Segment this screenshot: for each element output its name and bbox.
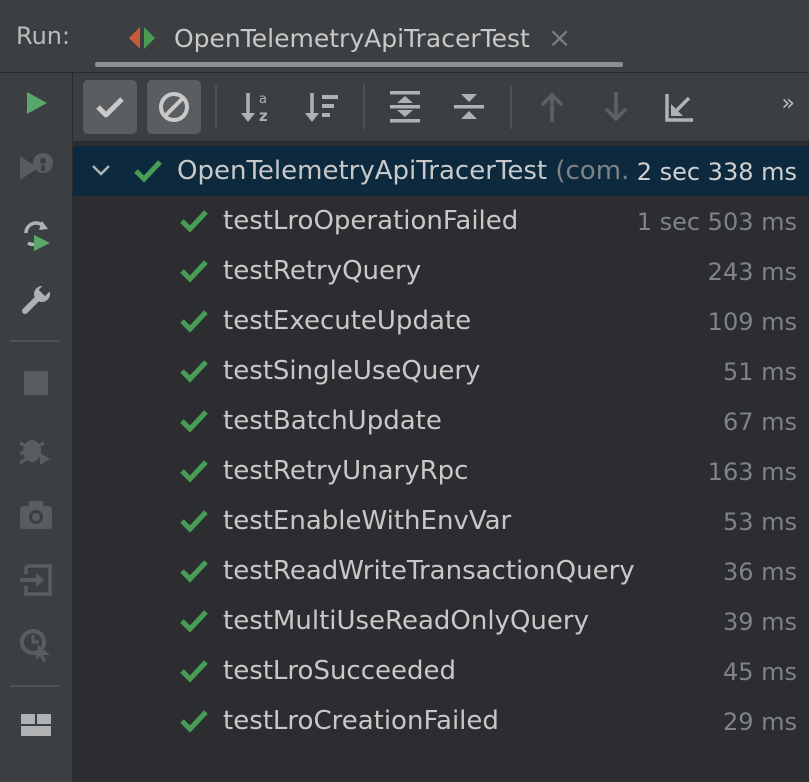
test-duration: 1 sec 503 ms [636,208,797,236]
layout-icon[interactable] [14,703,58,747]
import-tests-icon[interactable] [14,558,58,602]
tab-opentelemetry-test[interactable]: OpenTelemetryApiTracerTest × [126,18,571,58]
next-failed-icon[interactable] [589,80,643,134]
rerun-failed-icon[interactable] [14,146,58,190]
test-duration: 29 ms [722,708,797,736]
separator [363,85,365,129]
stop-icon[interactable] [14,361,58,405]
test-duration: 53 ms [722,508,797,536]
test-row[interactable]: testLroCreationFailed 29 ms [73,696,809,746]
root-suite-label: OpenTelemetryApiTracerTest (com. [177,156,647,186]
left-toolbar [0,73,73,782]
suite-package: (com. [555,156,630,186]
test-row[interactable]: testRetryUnaryRpc 163 ms [73,446,809,496]
export-results-icon[interactable] [653,80,707,134]
run-tool-window-header: Run: OpenTelemetryApiTracerTest × [0,0,809,73]
test-name: testLroCreationFailed [223,706,499,736]
test-row[interactable]: testLroSucceeded 45 ms [73,646,809,696]
passed-check-icon [179,608,209,634]
suite-duration: 2 sec 338 ms [630,158,797,186]
test-class-icon [126,22,162,54]
close-icon[interactable]: × [548,24,571,52]
debug-icon[interactable] [14,428,58,472]
test-duration: 39 ms [722,608,797,636]
test-name: testLroOperationFailed [223,206,519,236]
passed-check-icon [133,158,163,184]
sort-alphabetically-icon[interactable]: az [231,80,285,134]
tab-title: OpenTelemetryApiTracerTest [174,23,530,53]
test-duration: 51 ms [722,358,797,386]
passed-check-icon [179,308,209,334]
test-name: testSingleUseQuery [223,356,481,386]
screenshot-camera-icon[interactable] [14,493,58,537]
suite-name: OpenTelemetryApiTracerTest [177,156,548,186]
test-runner-toolbar: az » [73,73,809,141]
chevron-down-icon[interactable] [89,158,113,186]
separator [215,85,217,129]
svg-text:a: a [259,92,267,107]
separator [10,685,60,687]
separator [10,340,60,342]
passed-check-icon [179,508,209,534]
coverage-icon[interactable] [14,623,58,667]
run-icon[interactable] [14,81,58,125]
test-name: testLroSucceeded [223,656,457,686]
test-row[interactable]: testRetryQuery 243 ms [73,246,809,296]
svg-text:z: z [259,107,268,125]
tree-root-row[interactable]: OpenTelemetryApiTracerTest (com. 2 sec 3… [73,146,809,196]
passed-check-icon [179,358,209,384]
separator [510,85,512,129]
passed-check-icon [179,708,209,734]
test-name: testEnableWithEnvVar [223,506,512,536]
show-ignored-icon[interactable] [147,80,201,134]
test-row[interactable]: testEnableWithEnvVar 53 ms [73,496,809,546]
test-row[interactable]: testReadWriteTransactionQuery 36 ms [73,546,809,596]
test-duration: 163 ms [707,458,797,486]
collapse-all-icon[interactable] [442,80,496,134]
active-tab-indicator [95,62,623,67]
passed-check-icon [179,258,209,284]
passed-check-icon [179,458,209,484]
test-duration: 67 ms [722,408,797,436]
test-name: testExecuteUpdate [223,306,472,336]
test-name: testRetryUnaryRpc [223,456,469,486]
test-duration: 36 ms [722,558,797,586]
test-row[interactable]: testBatchUpdate 67 ms [73,396,809,446]
test-name: testMultiUseReadOnlyQuery [223,606,589,636]
test-row[interactable]: testMultiUseReadOnlyQuery 39 ms [73,596,809,646]
test-name: testReadWriteTransactionQuery [223,556,635,586]
test-duration: 109 ms [707,308,797,336]
test-row[interactable]: testSingleUseQuery 51 ms [73,346,809,396]
sort-by-duration-icon[interactable] [295,80,349,134]
previous-failed-icon[interactable] [525,80,579,134]
test-row[interactable]: testExecuteUpdate 109 ms [73,296,809,346]
toggle-auto-test-icon[interactable] [14,213,58,257]
more-actions-icon[interactable]: » [782,91,795,116]
run-label: Run: [16,22,71,50]
expand-all-icon[interactable] [378,80,432,134]
test-row[interactable]: testLroOperationFailed 1 sec 503 ms [73,196,809,246]
test-name: testBatchUpdate [223,406,442,436]
passed-check-icon [179,558,209,584]
test-duration: 45 ms [722,658,797,686]
show-passed-icon[interactable] [83,80,137,134]
passed-check-icon [179,658,209,684]
test-results-tree: OpenTelemetryApiTracerTest (com. 2 sec 3… [73,141,809,782]
passed-check-icon [179,208,209,234]
test-duration: 243 ms [707,258,797,286]
settings-wrench-icon[interactable] [14,278,58,322]
test-name: testRetryQuery [223,256,422,286]
passed-check-icon [179,408,209,434]
